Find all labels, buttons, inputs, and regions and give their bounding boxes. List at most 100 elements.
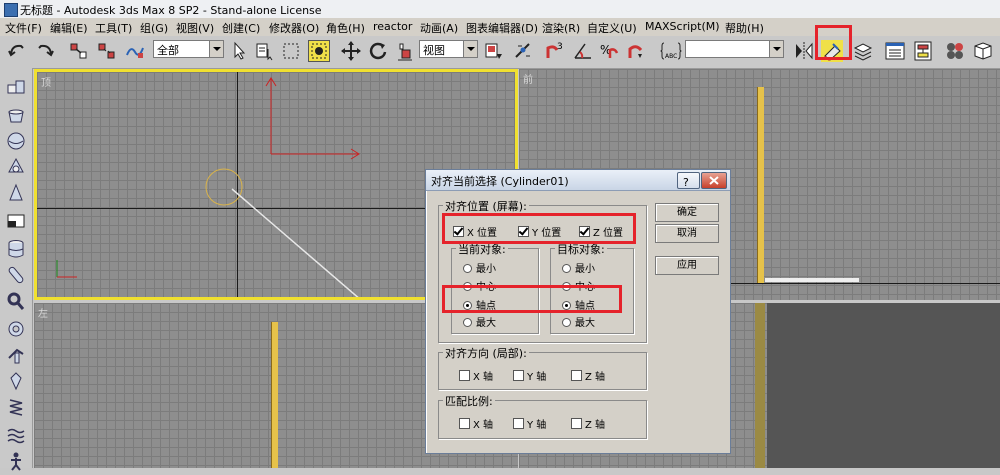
close-button[interactable] [701, 172, 727, 189]
create-tube-icon[interactable] [5, 290, 27, 312]
menu-group[interactable]: 组(G) [140, 20, 168, 36]
render-scene-icon[interactable] [972, 40, 994, 62]
select-and-move-icon[interactable] [340, 40, 362, 62]
edit-named-selection-icon[interactable]: ABC [660, 40, 682, 62]
reference-coordinate-dropdown[interactable]: 视图 [419, 40, 478, 58]
angle-snap-3d-icon[interactable]: 3 [544, 40, 566, 62]
percent-snap-icon[interactable]: % [598, 40, 620, 62]
curve-editor-icon[interactable] [884, 40, 906, 62]
checkbox-icon [571, 370, 582, 381]
orient-z-label: Z 轴 [585, 372, 606, 383]
menu-animation[interactable]: 动画(A) [420, 20, 458, 36]
unlink-selection-icon[interactable] [96, 40, 118, 62]
bind-to-space-warp-icon[interactable] [124, 40, 146, 62]
create-wave-icon[interactable] [5, 424, 27, 446]
selected-object-front[interactable] [765, 278, 859, 282]
window-title: 无标题 - Autodesk 3ds Max 8 SP2 - Stand-alo… [20, 4, 322, 17]
current-min-radio[interactable]: 最小 [463, 260, 496, 275]
scale-y-checkbox[interactable]: Y 轴 [513, 416, 546, 431]
radio-icon [463, 318, 472, 327]
named-selection-sets-dropdown[interactable] [685, 40, 784, 58]
scale-x-checkbox[interactable]: X 轴 [459, 416, 493, 431]
create-figure-icon[interactable] [5, 450, 27, 472]
chevron-down-icon [209, 41, 223, 57]
menu-help[interactable]: 帮助(H) [725, 20, 764, 36]
radio-icon [562, 318, 571, 327]
menu-create[interactable]: 创建(C) [222, 20, 260, 36]
align-selection-dialog: 对齐当前选择 (Cylinder01) ? 对齐位置 (屏幕): X 位置 Y … [425, 169, 731, 454]
angle-snap-icon[interactable] [572, 40, 594, 62]
checkbox-icon [571, 418, 582, 429]
use-pivot-point-center-icon[interactable] [482, 40, 504, 62]
apply-button[interactable]: 应用 [655, 256, 719, 275]
orient-z-checkbox[interactable]: Z 轴 [571, 368, 605, 383]
svg-text:ABC: ABC [665, 53, 677, 60]
create-hedra-icon[interactable] [5, 370, 27, 392]
reference-coordinate-value: 视图 [423, 44, 445, 57]
mirror-icon[interactable] [793, 40, 815, 62]
menu-tools[interactable]: 工具(T) [95, 20, 132, 36]
menu-reactor[interactable]: reactor [373, 20, 412, 33]
main-toolbar: 全部 视图 3 % ABC [0, 25, 1000, 69]
scale-z-checkbox[interactable]: Z 轴 [571, 416, 605, 431]
select-and-link-icon[interactable] [68, 40, 90, 62]
checkbox-icon [459, 370, 470, 381]
position-checkboxes-highlight [442, 213, 636, 244]
select-object-icon[interactable] [228, 40, 250, 62]
help-button[interactable]: ? [677, 172, 700, 189]
select-and-manipulate-icon[interactable] [512, 40, 534, 62]
checkbox-icon [459, 418, 470, 429]
window-crossing-icon[interactable] [308, 40, 330, 62]
ok-button[interactable]: 确定 [655, 203, 719, 222]
create-capsule-icon[interactable] [5, 264, 27, 286]
spinner-snap-icon[interactable] [625, 40, 647, 62]
layer-manager-icon[interactable] [852, 40, 874, 62]
scale-z-label: Z 轴 [585, 420, 606, 431]
target-min-radio[interactable]: 最小 [562, 260, 595, 275]
chevron-down-icon [769, 41, 783, 57]
left-command-toolbar [0, 68, 33, 471]
current-min-label: 最小 [476, 264, 496, 275]
target-max-radio[interactable]: 最大 [562, 314, 595, 329]
menu-edit[interactable]: 编辑(E) [50, 20, 88, 36]
menu-character[interactable]: 角色(H) [326, 20, 365, 36]
create-teapot-icon[interactable] [5, 104, 27, 126]
cancel-button[interactable]: 取消 [655, 224, 719, 243]
orient-y-label: Y 轴 [527, 372, 547, 383]
menu-rendering[interactable]: 渲染(R) [542, 20, 580, 36]
schematic-view-icon[interactable] [912, 40, 934, 62]
undo-icon[interactable] [6, 40, 28, 62]
menu-maxscript[interactable]: MAXScript(M) [645, 20, 720, 33]
dialog-title: 对齐当前选择 (Cylinder01) [431, 175, 569, 188]
cylinder-object[interactable] [755, 303, 765, 468]
select-by-name-icon[interactable] [254, 40, 276, 62]
create-pyramid-icon[interactable] [5, 344, 27, 366]
create-plane-icon[interactable] [5, 210, 27, 232]
pivot-radio-highlight [442, 285, 622, 313]
menu-modifiers[interactable]: 修改器(O) [269, 20, 319, 36]
create-sphere-icon[interactable] [5, 130, 27, 152]
material-editor-icon[interactable] [944, 40, 966, 62]
create-cylinder-icon[interactable] [5, 238, 27, 260]
menu-file[interactable]: 文件(F) [5, 20, 42, 36]
menu-customize[interactable]: 自定义(U) [587, 20, 637, 36]
select-and-rotate-icon[interactable] [367, 40, 389, 62]
create-torus-icon[interactable] [5, 318, 27, 340]
cylinder-object[interactable] [757, 87, 764, 283]
current-max-radio[interactable]: 最大 [463, 314, 496, 329]
selection-filter-dropdown[interactable]: 全部 [153, 40, 224, 58]
select-and-scale-icon[interactable] [394, 40, 416, 62]
create-spring-icon[interactable] [5, 396, 27, 418]
create-geosphere-icon[interactable] [5, 156, 27, 178]
cylinder-object[interactable] [271, 322, 278, 468]
menu-views[interactable]: 视图(V) [176, 20, 214, 36]
chevron-down-icon [463, 41, 477, 57]
orient-x-checkbox[interactable]: X 轴 [459, 368, 493, 383]
menu-graph-editors[interactable]: 图表编辑器(D) [466, 20, 538, 36]
create-cone-icon[interactable] [5, 182, 27, 204]
create-box-icon[interactable] [5, 76, 27, 98]
align-tool-highlight [815, 25, 852, 60]
rectangular-selection-region-icon[interactable] [280, 40, 302, 62]
redo-icon[interactable] [34, 40, 56, 62]
orient-y-checkbox[interactable]: Y 轴 [513, 368, 546, 383]
